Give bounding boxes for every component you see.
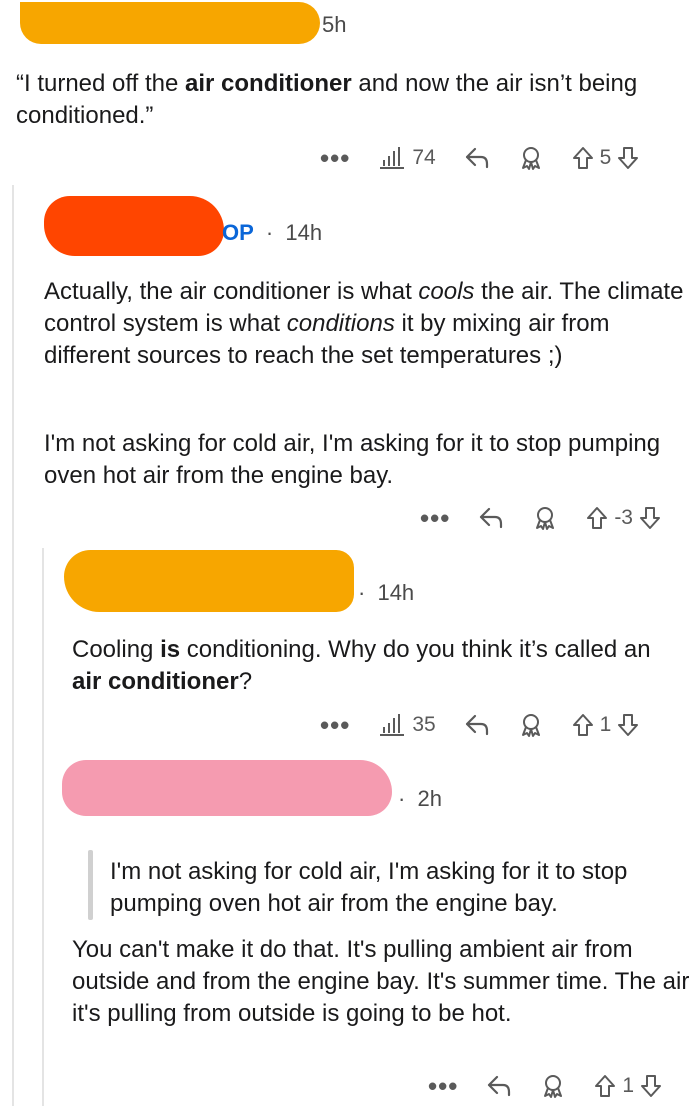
op-flair: OP bbox=[222, 220, 254, 245]
reply-arrow-icon bbox=[465, 147, 488, 169]
thread-line bbox=[12, 185, 14, 1106]
comment-actions: ••• 1 bbox=[428, 1066, 662, 1106]
views-count: 74 bbox=[412, 146, 436, 169]
downvote-arrow-icon[interactable] bbox=[639, 506, 661, 530]
award-button[interactable] bbox=[532, 505, 558, 531]
text-run: conditions bbox=[286, 310, 395, 337]
comment-actions: ••• 35 1 bbox=[320, 705, 639, 745]
comment-timestamp: 5h bbox=[322, 12, 347, 37]
text-run: ? bbox=[238, 668, 253, 695]
redacted-username-blob bbox=[62, 760, 392, 816]
text-run: conditioning. Why do you think it’s call… bbox=[180, 636, 651, 663]
downvote-arrow-icon[interactable] bbox=[617, 713, 639, 737]
comment-timestamp: 14h bbox=[377, 580, 415, 605]
separator: · bbox=[358, 580, 366, 605]
views-stat[interactable]: 35 bbox=[378, 713, 436, 737]
vote-controls: -3 bbox=[586, 506, 661, 530]
reply-button[interactable] bbox=[486, 1074, 512, 1098]
award-button[interactable] bbox=[518, 145, 544, 171]
comment-timestamp: 14h bbox=[285, 220, 323, 245]
text-run: Cooling bbox=[72, 636, 161, 663]
award-icon bbox=[521, 714, 540, 737]
more-dots-icon[interactable]: ••• bbox=[428, 1073, 458, 1099]
more-dots-icon[interactable]: ••• bbox=[320, 712, 350, 738]
downvote-arrow-icon[interactable] bbox=[640, 1074, 662, 1098]
bar-chart-icon bbox=[380, 714, 405, 736]
vote-score: -3 bbox=[614, 506, 633, 529]
upvote-arrow-icon[interactable] bbox=[594, 1074, 616, 1098]
separator: · bbox=[265, 220, 274, 245]
reply-arrow-icon bbox=[480, 507, 503, 529]
text-run: is bbox=[160, 636, 181, 663]
upvote-arrow-icon[interactable] bbox=[572, 146, 594, 170]
text-run: cools bbox=[418, 278, 475, 305]
blockquote-bar bbox=[88, 850, 93, 920]
more-dots-icon[interactable]: ••• bbox=[420, 505, 450, 531]
comment-actions: ••• -3 bbox=[420, 498, 661, 538]
comment-actions: ••• 74 5 bbox=[320, 138, 639, 178]
upvote-arrow-icon[interactable] bbox=[572, 713, 594, 737]
views-stat[interactable]: 74 bbox=[378, 146, 436, 170]
award-icon bbox=[521, 147, 540, 170]
award-button[interactable] bbox=[540, 1073, 566, 1099]
award-button[interactable] bbox=[518, 712, 544, 738]
comment-body-paragraph: Actually, the air conditioner is what co… bbox=[44, 276, 694, 372]
views-count: 35 bbox=[412, 713, 436, 736]
comment-body: “I turned off the air conditioner and no… bbox=[16, 68, 686, 132]
vote-controls: 5 bbox=[572, 146, 640, 170]
comment-body-paragraph: I'm not asking for cold air, I'm asking … bbox=[44, 430, 661, 489]
comment-body: You can't make it do that. It's pulling … bbox=[72, 936, 690, 1027]
vote-controls: 1 bbox=[594, 1074, 662, 1098]
downvote-arrow-icon[interactable] bbox=[617, 146, 639, 170]
text-run: “I turned off the bbox=[16, 70, 185, 97]
reply-arrow-icon bbox=[488, 1075, 511, 1097]
redacted-username-blob bbox=[64, 550, 354, 612]
comment-body: Cooling is conditioning. Why do you thin… bbox=[72, 634, 672, 698]
text-run: Actually, the air conditioner is what bbox=[44, 278, 419, 305]
vote-controls: 1 bbox=[572, 713, 640, 737]
comment-meta: OP · 14h bbox=[222, 220, 322, 246]
reply-button[interactable] bbox=[464, 713, 490, 737]
more-dots-icon[interactable]: ••• bbox=[320, 145, 350, 171]
vote-score: 1 bbox=[622, 1074, 634, 1097]
award-icon bbox=[536, 507, 555, 530]
award-icon bbox=[544, 1075, 563, 1098]
bar-chart-icon bbox=[380, 147, 405, 169]
comment-meta: · 2h bbox=[398, 786, 442, 812]
reply-button[interactable] bbox=[478, 506, 504, 530]
reply-button[interactable] bbox=[464, 146, 490, 170]
vote-score: 1 bbox=[599, 713, 612, 736]
reply-arrow-icon bbox=[465, 714, 488, 736]
thread-line bbox=[42, 548, 44, 1106]
text-run: air conditioner bbox=[185, 70, 352, 97]
upvote-arrow-icon[interactable] bbox=[586, 506, 608, 530]
redacted-username-blob bbox=[20, 2, 320, 44]
vote-score: 5 bbox=[599, 146, 612, 169]
blockquote-text: I'm not asking for cold air, I'm asking … bbox=[110, 858, 628, 917]
redacted-username-blob bbox=[44, 196, 224, 256]
separator: · bbox=[398, 786, 406, 811]
text-run: air conditioner bbox=[72, 668, 239, 695]
comment-timestamp: 2h bbox=[417, 786, 442, 811]
comment-meta: · 14h bbox=[358, 580, 414, 606]
